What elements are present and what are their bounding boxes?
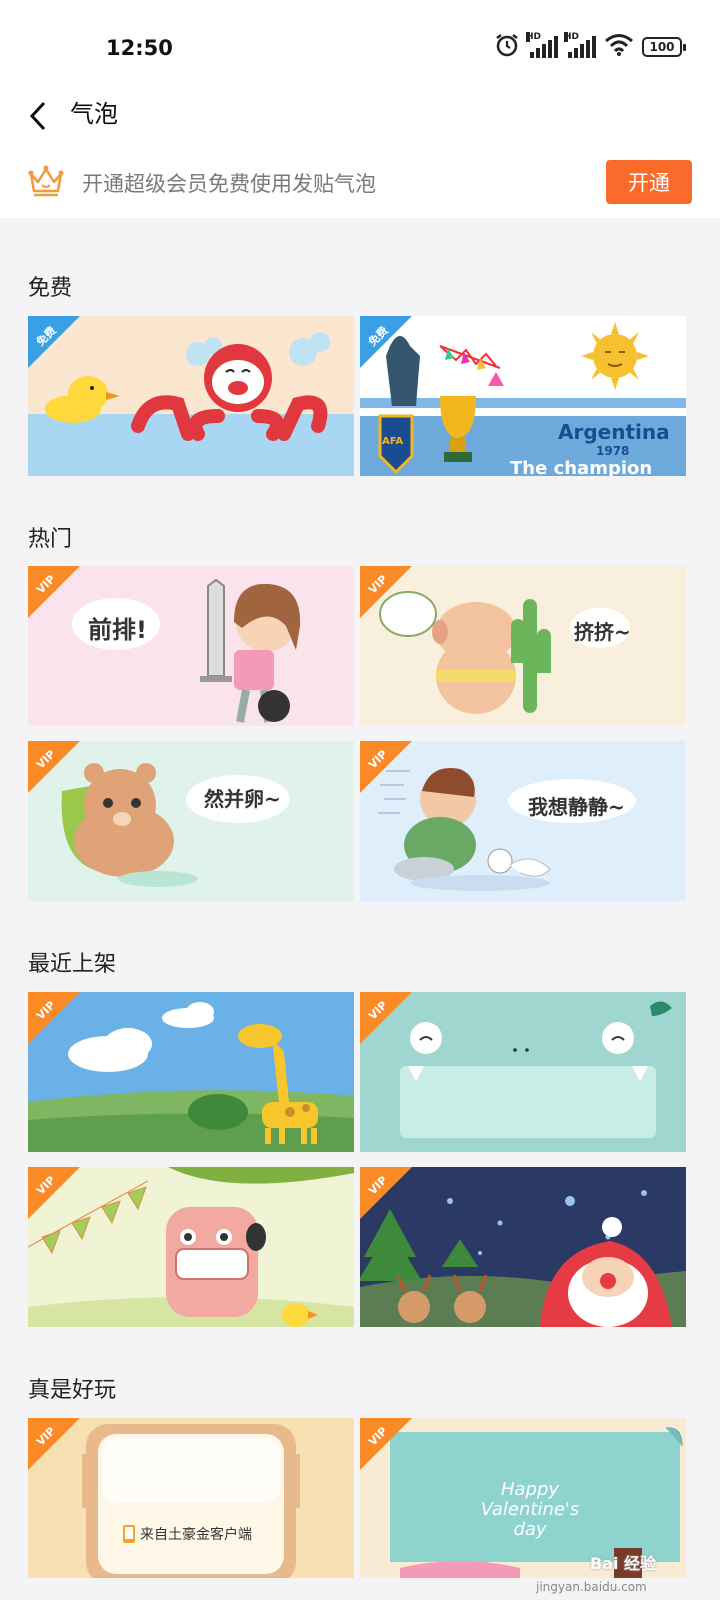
- open-vip-button[interactable]: 开通: [606, 160, 692, 204]
- chevron-left-icon: [29, 101, 46, 131]
- back-button[interactable]: [26, 94, 66, 138]
- bubble-card-squeeze[interactable]: 挤挤~ VIP: [360, 566, 686, 726]
- section-title-free: 免费: [28, 276, 73, 301]
- want-quiet-text: 我想静静~: [528, 795, 625, 819]
- section-title-fun: 真是好玩: [28, 1378, 117, 1403]
- section-title-new: 最近上架: [28, 952, 117, 977]
- bubble-card-teeth[interactable]: VIP: [28, 1167, 354, 1327]
- bubble-card-tuhao[interactable]: 来自土豪金客户端 VIP: [28, 1418, 354, 1578]
- bubble-card-octopus[interactable]: 免费: [28, 316, 354, 476]
- bubble-card-christmas[interactable]: VIP: [360, 1167, 686, 1327]
- valentine-text: Happy Valentine's day: [480, 1479, 580, 1540]
- vip-promo-text: 开通超级会员免费使用发贴气泡: [82, 172, 376, 196]
- bubble-card-giraffe[interactable]: VIP: [28, 992, 354, 1152]
- wifi-icon: [604, 33, 634, 61]
- vip-ribbon: VIP: [28, 741, 80, 793]
- vip-ribbon: VIP: [360, 1418, 412, 1470]
- battery-icon: 100: [642, 37, 686, 57]
- baidu-watermark: Bai 经验: [589, 1554, 656, 1573]
- page-title: 气泡: [70, 100, 118, 128]
- vip-promo-bar: 开通超级会员免费使用发贴气泡 开通: [0, 152, 720, 218]
- bubble-card-monster[interactable]: VIP: [360, 992, 686, 1152]
- free-ribbon: 免费: [360, 316, 412, 368]
- alarm-icon: [494, 32, 520, 62]
- bubble-card-valentine[interactable]: Happy Valentine's day VIP Bai 经验: [360, 1418, 686, 1578]
- status-time: 12:50: [106, 36, 173, 60]
- watermark-url: jingyan.baidu.com: [536, 1580, 647, 1594]
- vip-ribbon: VIP: [28, 1418, 80, 1470]
- bubble-card-argentina[interactable]: AFA Argentina 1978 The champion 免费: [360, 316, 686, 476]
- status-bar: 12:50 HD HD 100: [0, 0, 720, 86]
- vip-ribbon: VIP: [360, 1167, 412, 1219]
- signal-icon-2: HD: [564, 32, 596, 58]
- phone-icon: [122, 1524, 136, 1544]
- section-title-hot: 热门: [28, 527, 73, 552]
- vip-ribbon: VIP: [360, 741, 412, 793]
- signal-icon-1: HD: [526, 32, 558, 58]
- bubble-card-bear[interactable]: 然并卵~ VIP: [28, 741, 354, 901]
- squeeze-text: 挤挤~: [574, 620, 631, 644]
- status-icons: HD HD 100: [494, 32, 686, 62]
- ran-bing-luan-text: 然并卵~: [204, 787, 281, 811]
- bubble-card-want-quiet[interactable]: 我想静静~ VIP: [360, 741, 686, 901]
- vip-ribbon: VIP: [28, 1167, 80, 1219]
- vip-ribbon: VIP: [28, 992, 80, 1044]
- argentina-title: Argentina: [558, 420, 670, 444]
- front-row-text: 前排!: [88, 616, 147, 644]
- vip-ribbon: VIP: [360, 566, 412, 618]
- bubble-card-front-row[interactable]: 前排! VIP: [28, 566, 354, 726]
- free-ribbon: 免费: [28, 316, 80, 368]
- argentina-subtitle: The champion: [510, 458, 653, 476]
- vip-ribbon: VIP: [28, 566, 80, 618]
- crown-icon: [28, 164, 64, 202]
- afa-logo-text: AFA: [382, 436, 404, 447]
- argentina-year: 1978: [596, 444, 630, 458]
- nav-bar: 气泡: [0, 86, 720, 152]
- vip-ribbon: VIP: [360, 992, 412, 1044]
- tuhao-text: 来自土豪金客户端: [140, 1527, 252, 1543]
